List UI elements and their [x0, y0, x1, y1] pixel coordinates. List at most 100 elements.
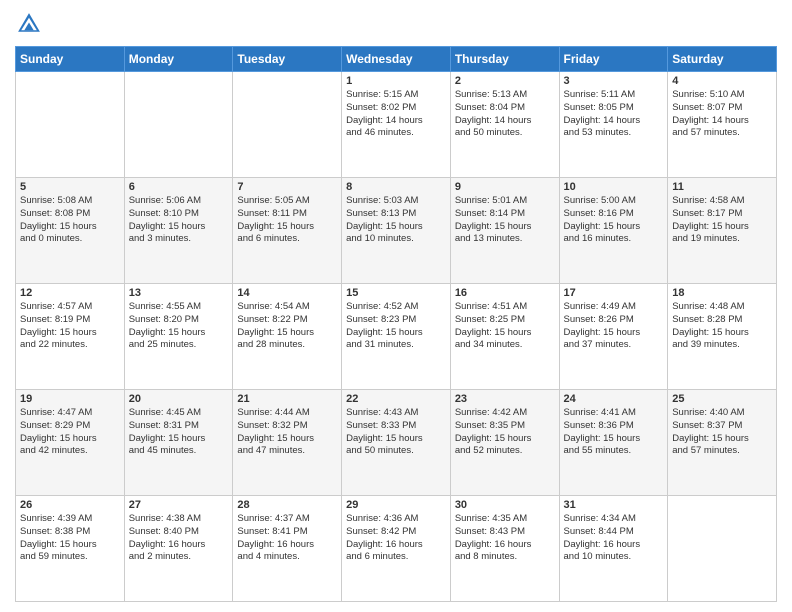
calendar-cell: [668, 496, 777, 602]
cell-content: Sunrise: 4:37 AMSunset: 8:41 PMDaylight:…: [237, 513, 337, 564]
calendar-week: 5 Sunrise: 5:08 AMSunset: 8:08 PMDaylight…: [16, 178, 777, 284]
calendar-cell: 27 Sunrise: 4:38 AMSunset: 8:40 PMDayligh…: [124, 496, 233, 602]
cell-content: Sunrise: 5:00 AMSunset: 8:16 PMDaylight:…: [564, 195, 664, 246]
day-number: 7: [237, 181, 337, 193]
calendar-cell: 17 Sunrise: 4:49 AMSunset: 8:26 PMDayligh…: [559, 284, 668, 390]
day-number: 31: [564, 499, 664, 511]
day-number: 14: [237, 287, 337, 299]
cell-content: Sunrise: 4:44 AMSunset: 8:32 PMDaylight:…: [237, 407, 337, 458]
logo-icon: [15, 10, 43, 38]
day-number: 21: [237, 393, 337, 405]
calendar-cell: 4 Sunrise: 5:10 AMSunset: 8:07 PMDaylight…: [668, 72, 777, 178]
day-number: 22: [346, 393, 446, 405]
day-number: 17: [564, 287, 664, 299]
calendar-cell: 13 Sunrise: 4:55 AMSunset: 8:20 PMDayligh…: [124, 284, 233, 390]
calendar-week: 12 Sunrise: 4:57 AMSunset: 8:19 PMDayligh…: [16, 284, 777, 390]
calendar-cell: 9 Sunrise: 5:01 AMSunset: 8:14 PMDaylight…: [450, 178, 559, 284]
weekday-header: Friday: [559, 47, 668, 72]
cell-content: Sunrise: 4:54 AMSunset: 8:22 PMDaylight:…: [237, 301, 337, 352]
calendar-cell: 15 Sunrise: 4:52 AMSunset: 8:23 PMDayligh…: [342, 284, 451, 390]
cell-content: Sunrise: 5:11 AMSunset: 8:05 PMDaylight:…: [564, 89, 664, 140]
logo: [15, 10, 47, 38]
cell-content: Sunrise: 4:39 AMSunset: 8:38 PMDaylight:…: [20, 513, 120, 564]
cell-content: Sunrise: 4:49 AMSunset: 8:26 PMDaylight:…: [564, 301, 664, 352]
day-number: 13: [129, 287, 229, 299]
day-number: 24: [564, 393, 664, 405]
calendar-cell: 5 Sunrise: 5:08 AMSunset: 8:08 PMDaylight…: [16, 178, 125, 284]
day-number: 6: [129, 181, 229, 193]
calendar-week: 19Sunrise: 4:47 AMSunset: 8:29 PMDayligh…: [16, 390, 777, 496]
calendar-week: 26 Sunrise: 4:39 AMSunset: 8:38 PMDayligh…: [16, 496, 777, 602]
weekday-header: Tuesday: [233, 47, 342, 72]
calendar-cell: 29Sunrise: 4:36 AMSunset: 8:42 PMDayligh…: [342, 496, 451, 602]
cell-content: Sunrise: 4:40 AMSunset: 8:37 PMDaylight:…: [672, 407, 772, 458]
cell-content: Sunrise: 4:55 AMSunset: 8:20 PMDaylight:…: [129, 301, 229, 352]
calendar-cell: 28Sunrise: 4:37 AMSunset: 8:41 PMDayligh…: [233, 496, 342, 602]
weekday-header: Saturday: [668, 47, 777, 72]
cell-content: Sunrise: 4:48 AMSunset: 8:28 PMDaylight:…: [672, 301, 772, 352]
day-number: 1: [346, 75, 446, 87]
cell-content: Sunrise: 4:57 AMSunset: 8:19 PMDaylight:…: [20, 301, 120, 352]
day-number: 10: [564, 181, 664, 193]
day-number: 25: [672, 393, 772, 405]
calendar-cell: 31 Sunrise: 4:34 AMSunset: 8:44 PMDayligh…: [559, 496, 668, 602]
weekday-header: Wednesday: [342, 47, 451, 72]
day-number: 18: [672, 287, 772, 299]
cell-content: Sunrise: 4:36 AMSunset: 8:42 PMDaylight:…: [346, 513, 446, 564]
day-number: 26: [20, 499, 120, 511]
cell-content: Sunrise: 5:08 AMSunset: 8:08 PMDaylight:…: [20, 195, 120, 246]
cell-content: Sunrise: 4:43 AMSunset: 8:33 PMDaylight:…: [346, 407, 446, 458]
calendar-week: 1 Sunrise: 5:15 AMSunset: 8:02 PMDaylight…: [16, 72, 777, 178]
cell-content: Sunrise: 5:13 AMSunset: 8:04 PMDaylight:…: [455, 89, 555, 140]
calendar-cell: 19Sunrise: 4:47 AMSunset: 8:29 PMDayligh…: [16, 390, 125, 496]
cell-content: Sunrise: 4:34 AMSunset: 8:44 PMDaylight:…: [564, 513, 664, 564]
calendar-cell: 6 Sunrise: 5:06 AMSunset: 8:10 PMDaylight…: [124, 178, 233, 284]
calendar-cell: 14 Sunrise: 4:54 AMSunset: 8:22 PMDayligh…: [233, 284, 342, 390]
cell-content: Sunrise: 5:05 AMSunset: 8:11 PMDaylight:…: [237, 195, 337, 246]
page: SundayMondayTuesdayWednesdayThursdayFrid…: [0, 0, 792, 612]
day-number: 30: [455, 499, 555, 511]
cell-content: Sunrise: 5:01 AMSunset: 8:14 PMDaylight:…: [455, 195, 555, 246]
day-number: 19: [20, 393, 120, 405]
day-number: 11: [672, 181, 772, 193]
weekday-row: SundayMondayTuesdayWednesdayThursdayFrid…: [16, 47, 777, 72]
calendar: SundayMondayTuesdayWednesdayThursdayFrid…: [15, 46, 777, 602]
cell-content: Sunrise: 4:45 AMSunset: 8:31 PMDaylight:…: [129, 407, 229, 458]
calendar-cell: 7 Sunrise: 5:05 AMSunset: 8:11 PMDaylight…: [233, 178, 342, 284]
cell-content: Sunrise: 5:06 AMSunset: 8:10 PMDaylight:…: [129, 195, 229, 246]
day-number: 15: [346, 287, 446, 299]
cell-content: Sunrise: 4:42 AMSunset: 8:35 PMDaylight:…: [455, 407, 555, 458]
cell-content: Sunrise: 5:15 AMSunset: 8:02 PMDaylight:…: [346, 89, 446, 140]
day-number: 3: [564, 75, 664, 87]
day-number: 20: [129, 393, 229, 405]
weekday-header: Monday: [124, 47, 233, 72]
day-number: 23: [455, 393, 555, 405]
calendar-header: SundayMondayTuesdayWednesdayThursdayFrid…: [16, 47, 777, 72]
day-number: 5: [20, 181, 120, 193]
calendar-cell: 25 Sunrise: 4:40 AMSunset: 8:37 PMDayligh…: [668, 390, 777, 496]
calendar-cell: 10 Sunrise: 5:00 AMSunset: 8:16 PMDayligh…: [559, 178, 668, 284]
cell-content: Sunrise: 5:10 AMSunset: 8:07 PMDaylight:…: [672, 89, 772, 140]
calendar-cell: 1 Sunrise: 5:15 AMSunset: 8:02 PMDaylight…: [342, 72, 451, 178]
cell-content: Sunrise: 4:35 AMSunset: 8:43 PMDaylight:…: [455, 513, 555, 564]
day-number: 9: [455, 181, 555, 193]
calendar-cell: 21 Sunrise: 4:44 AMSunset: 8:32 PMDayligh…: [233, 390, 342, 496]
weekday-header: Thursday: [450, 47, 559, 72]
cell-content: Sunrise: 4:38 AMSunset: 8:40 PMDaylight:…: [129, 513, 229, 564]
day-number: 2: [455, 75, 555, 87]
day-number: 27: [129, 499, 229, 511]
calendar-cell: 8 Sunrise: 5:03 AMSunset: 8:13 PMDaylight…: [342, 178, 451, 284]
cell-content: Sunrise: 4:52 AMSunset: 8:23 PMDaylight:…: [346, 301, 446, 352]
calendar-cell: 24Sunrise: 4:41 AMSunset: 8:36 PMDayligh…: [559, 390, 668, 496]
day-number: 8: [346, 181, 446, 193]
cell-content: Sunrise: 4:51 AMSunset: 8:25 PMDaylight:…: [455, 301, 555, 352]
calendar-cell: 18 Sunrise: 4:48 AMSunset: 8:28 PMDayligh…: [668, 284, 777, 390]
calendar-cell: 11 Sunrise: 4:58 AMSunset: 8:17 PMDayligh…: [668, 178, 777, 284]
calendar-cell: 12 Sunrise: 4:57 AMSunset: 8:19 PMDayligh…: [16, 284, 125, 390]
calendar-cell: 26 Sunrise: 4:39 AMSunset: 8:38 PMDayligh…: [16, 496, 125, 602]
day-number: 16: [455, 287, 555, 299]
cell-content: Sunrise: 4:58 AMSunset: 8:17 PMDaylight:…: [672, 195, 772, 246]
cell-content: Sunrise: 5:03 AMSunset: 8:13 PMDaylight:…: [346, 195, 446, 246]
day-number: 12: [20, 287, 120, 299]
day-number: 4: [672, 75, 772, 87]
